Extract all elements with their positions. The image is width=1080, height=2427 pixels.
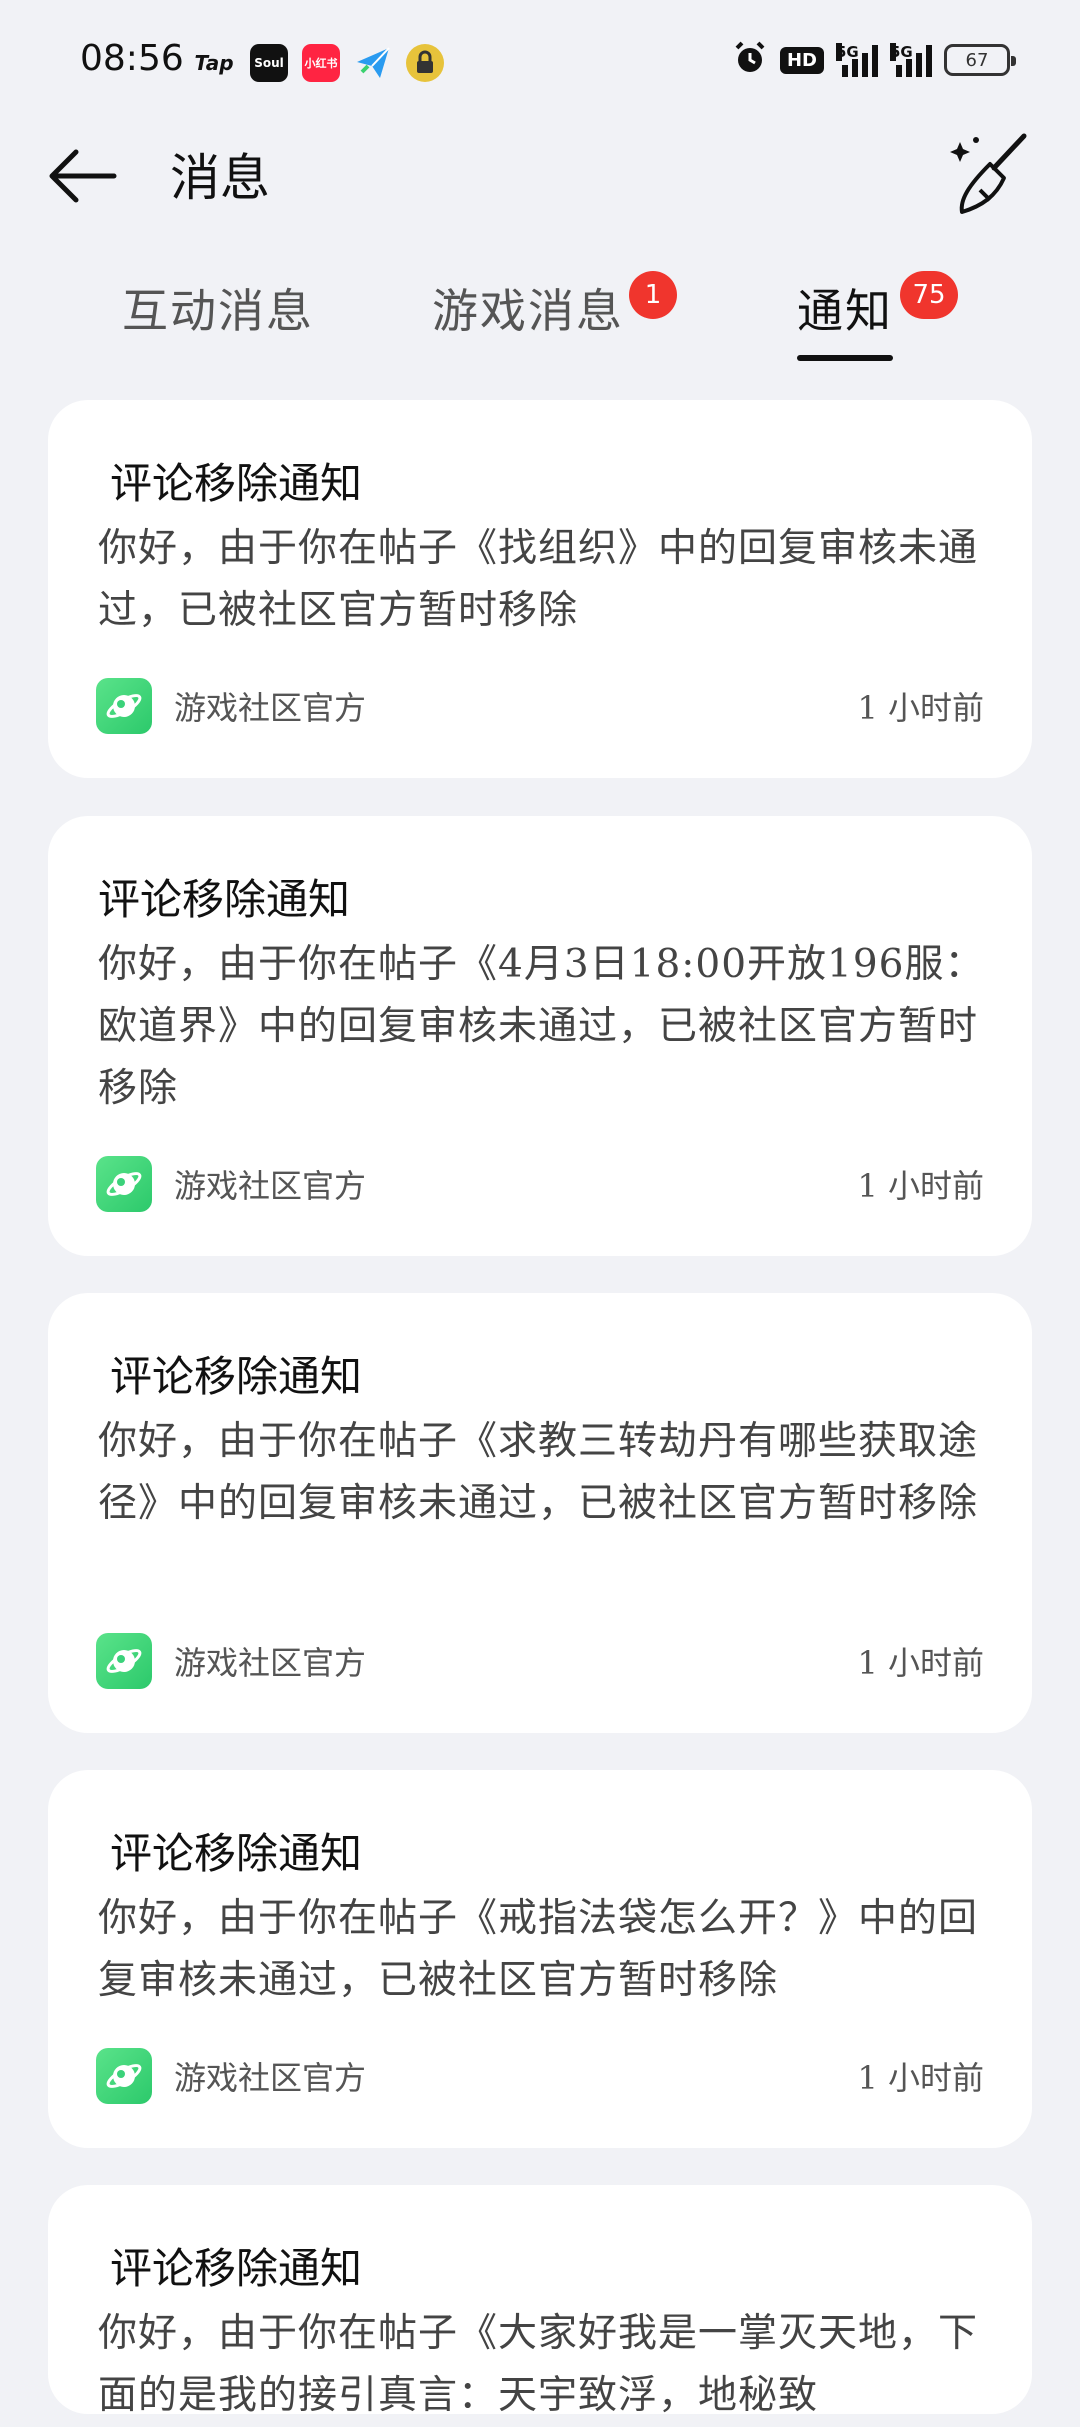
back-button[interactable] — [44, 134, 128, 218]
notification-title: 评论移除通知 — [110, 1352, 363, 1401]
notification-source: 游戏社区官方 — [174, 1167, 367, 1205]
paper-plane-icon — [354, 44, 392, 82]
notification-source: 游戏社区官方 — [174, 1644, 367, 1682]
soul-icon: Soul — [250, 44, 288, 82]
notification-footer: 游戏社区官方 1 小时前 — [96, 2048, 984, 2104]
tab-interaction[interactable]: 互动消息 — [122, 275, 314, 341]
notification-time: 1 小时前 — [857, 1644, 984, 1682]
active-tab-indicator — [797, 355, 893, 361]
tap-icon: Tap — [194, 51, 234, 75]
planet-logo-icon — [96, 1156, 152, 1212]
status-bar: 08:56 Tap Soul 小红书 HD 5G 5G 67 — [0, 0, 1080, 130]
notification-time: 1 小时前 — [857, 1167, 984, 1205]
planet-logo-icon — [96, 678, 152, 734]
app-header: 消息 — [0, 130, 1080, 260]
tab-notifications[interactable]: 通知 — [797, 275, 893, 341]
notification-title: 评论移除通知 — [110, 1829, 363, 1878]
notification-card[interactable]: 评论移除通知 你好，由于你在帖子《戒指法袋怎么开？》中的回复审核未通过，已被社区… — [48, 1770, 1032, 2148]
notification-card[interactable]: 评论移除通知 你好，由于你在帖子《求教三转劫丹有哪些获取途径》中的回复审核未通过… — [48, 1293, 1032, 1733]
clear-all-button[interactable] — [946, 130, 1036, 220]
notification-footer: 游戏社区官方 1 小时前 — [96, 678, 984, 734]
planet-logo-icon — [96, 1633, 152, 1689]
status-time: 08:56 — [80, 38, 184, 79]
notification-app-icons: Tap Soul 小红书 — [192, 44, 444, 82]
battery-icon: 67 — [944, 44, 1016, 76]
notification-footer: 游戏社区官方 1 小时前 — [96, 1156, 984, 1212]
notification-body: 你好，由于你在帖子《戒指法袋怎么开？》中的回复审核未通过，已被社区官方暂时移除 — [98, 1896, 979, 2003]
notification-body: 你好，由于你在帖子《求教三转劫丹有哪些获取途径》中的回复审核未通过，已被社区官方… — [98, 1419, 979, 1526]
planet-logo-icon — [96, 2048, 152, 2104]
broom-sparkle-icon — [950, 133, 1027, 214]
signal-5g-icon-2: 5G — [890, 43, 932, 77]
notification-card[interactable]: 评论移除通知 你好，由于你在帖子《找组织》中的回复审核未通过，已被社区官方暂时移… — [48, 400, 1032, 778]
game-messages-badge: 1 — [629, 271, 677, 319]
notification-body: 你好，由于你在帖子《4月3日18:00开放196服：欧道界》中的回复审核未通过，… — [98, 942, 985, 1111]
back-arrow-icon — [49, 149, 117, 203]
notification-title: 评论移除通知 — [110, 459, 363, 508]
notification-title: 评论移除通知 — [98, 875, 351, 924]
message-tabs: 互动消息 游戏消息 1 通知 75 — [0, 255, 1080, 375]
notification-time: 1 小时前 — [857, 689, 984, 727]
notification-card[interactable]: 评论移除通知 你好，由于你在帖子《大家好我是一掌灭天地，下面的是我的接引真言：天… — [48, 2185, 1032, 2418]
notification-footer: 游戏社区官方 1 小时前 — [96, 1633, 984, 1689]
tab-game-messages[interactable]: 游戏消息 — [432, 275, 624, 341]
notification-card[interactable]: 评论移除通知 你好，由于你在帖子《4月3日18:00开放196服：欧道界》中的回… — [48, 816, 1032, 1256]
page-title: 消息 — [170, 149, 270, 207]
xiaohongshu-icon: 小红书 — [302, 44, 340, 82]
status-indicators: HD 5G 5G 67 — [732, 40, 1016, 80]
notification-body: 你好，由于你在帖子《找组织》中的回复审核未通过，已被社区官方暂时移除 — [98, 526, 979, 633]
hd-badge: HD — [779, 46, 824, 74]
notification-source: 游戏社区官方 — [174, 2059, 367, 2097]
notification-time: 1 小时前 — [857, 2059, 984, 2097]
notification-body: 你好，由于你在帖子《大家好我是一掌灭天地，下面的是我的接引真言：天宇致浮，地秘致 — [98, 2311, 979, 2418]
signal-5g-icon-1: 5G — [836, 43, 878, 77]
notifications-badge: 75 — [900, 271, 958, 319]
lock-app-icon — [406, 44, 444, 82]
notification-title: 评论移除通知 — [110, 2244, 363, 2293]
notification-source: 游戏社区官方 — [174, 689, 367, 727]
alarm-icon — [732, 40, 768, 80]
